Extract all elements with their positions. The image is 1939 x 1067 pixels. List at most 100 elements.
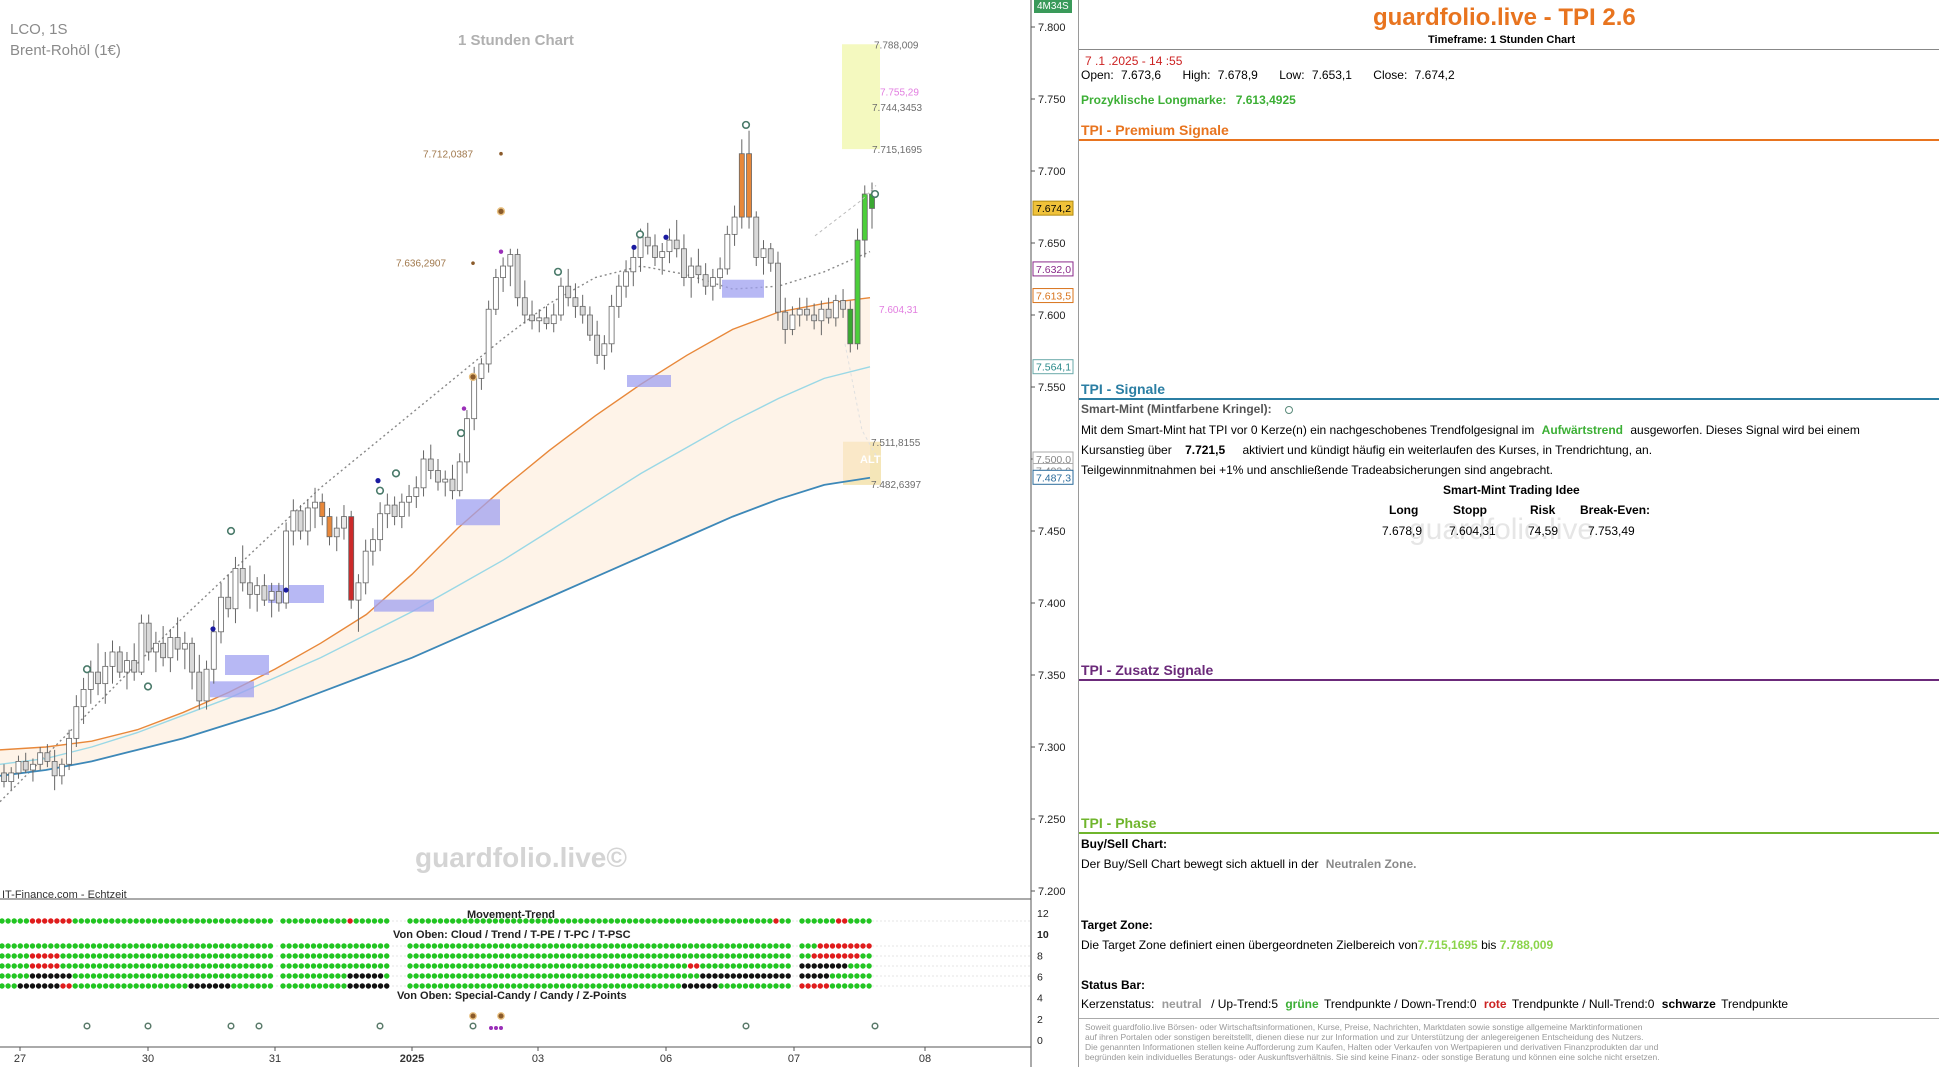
trend-dot xyxy=(675,943,682,949)
trend-dot xyxy=(341,973,347,979)
trend-dot xyxy=(805,983,811,989)
smart-mint-marker xyxy=(143,682,153,691)
trend-dot xyxy=(614,983,621,989)
trend-dot xyxy=(742,973,749,979)
trend-dot xyxy=(456,983,462,989)
candle-body xyxy=(811,314,818,322)
candle-body xyxy=(536,317,543,322)
candle-body xyxy=(427,458,434,471)
trend-dot xyxy=(194,983,200,989)
trend-dot xyxy=(206,918,213,924)
signal-trend-word: Aufwärtstrend xyxy=(1541,423,1624,437)
trend-dot xyxy=(200,918,206,924)
trend-dot xyxy=(384,983,390,989)
trend-dot xyxy=(267,963,274,969)
indicator-y-tick: 0 xyxy=(1037,1035,1043,1047)
trend-dot xyxy=(286,973,292,979)
trend-dot xyxy=(109,918,115,924)
trend-dot xyxy=(559,963,566,969)
candle-body xyxy=(124,660,130,673)
trend-dot xyxy=(255,918,261,924)
chart-watermark: guardfolio.live© xyxy=(415,842,627,873)
trend-dot xyxy=(767,973,773,979)
trend-dot xyxy=(121,918,127,924)
trend-dot xyxy=(23,973,30,979)
price-chart[interactable]: 7.8007.7507.7007.6507.6007.5507.5007.450… xyxy=(0,0,1077,1067)
trend-dot xyxy=(139,983,145,989)
trend-dot xyxy=(176,918,182,924)
trend-dot xyxy=(523,943,529,949)
trend-dot xyxy=(584,918,590,924)
candle-body xyxy=(109,651,116,667)
trend-dot xyxy=(608,973,614,979)
signale-title: TPI - Signale xyxy=(1081,381,1166,397)
trend-dot xyxy=(164,953,170,959)
idea-watermark: guardfolio.live xyxy=(1409,513,1595,546)
trend-dot xyxy=(842,973,848,979)
trend-dot xyxy=(529,963,535,969)
trend-dot xyxy=(170,973,176,979)
trend-dot xyxy=(329,983,335,989)
trend-dot xyxy=(651,918,657,924)
candle-body xyxy=(326,516,333,538)
indicator-y-tick: 2 xyxy=(1037,1014,1043,1026)
candle-body xyxy=(456,461,463,492)
trend-dot xyxy=(5,943,11,949)
trend-dot xyxy=(805,973,811,979)
z-point-marker xyxy=(255,1022,263,1030)
candle-body xyxy=(160,642,167,659)
trend-dot xyxy=(706,983,712,989)
trend-dot xyxy=(188,943,194,949)
trend-dot xyxy=(23,983,30,989)
trend-dot xyxy=(72,963,78,969)
open-label: Open: xyxy=(1081,68,1114,82)
z-point-marker xyxy=(144,1022,152,1030)
candle-body xyxy=(181,642,188,650)
trend-dot xyxy=(541,963,547,969)
trend-dot xyxy=(310,983,317,989)
candle-body xyxy=(673,239,680,250)
trend-dot xyxy=(817,953,823,959)
trend-dot xyxy=(767,983,773,989)
price-badge-label: 7.613,5 xyxy=(1036,291,1071,303)
trend-dot xyxy=(742,963,749,969)
trend-dot xyxy=(730,963,736,969)
trend-dot xyxy=(292,983,298,989)
trend-dot xyxy=(280,973,286,979)
trend-dot xyxy=(11,943,17,949)
trend-dot xyxy=(347,983,353,989)
trend-dot xyxy=(718,963,724,969)
candle-body xyxy=(37,752,44,765)
trend-dot xyxy=(72,973,78,979)
trend-dot xyxy=(779,943,785,949)
trend-dot xyxy=(578,943,584,949)
trend-dot xyxy=(164,963,170,969)
trend-dot xyxy=(645,983,651,989)
trend-dot xyxy=(182,918,188,924)
candle-body xyxy=(73,706,80,739)
trend-dot xyxy=(42,983,48,989)
candle-body xyxy=(558,285,564,316)
trend-dot xyxy=(651,983,657,989)
trend-dot xyxy=(663,973,669,979)
trend-dot xyxy=(164,943,170,949)
trend-dot xyxy=(474,943,480,949)
candle-body xyxy=(348,516,355,601)
trend-dot xyxy=(626,963,633,969)
trend-dot xyxy=(335,943,341,949)
candy-marker xyxy=(497,1012,505,1020)
trend-dot xyxy=(474,983,480,989)
trend-dot xyxy=(280,943,286,949)
trend-dot xyxy=(419,918,425,924)
trend-dot xyxy=(572,918,578,924)
candle-body xyxy=(659,251,666,258)
trend-dot xyxy=(341,918,347,924)
trend-dot xyxy=(694,973,700,979)
trend-dot xyxy=(620,918,627,924)
trend-dot xyxy=(353,953,359,959)
candle-body xyxy=(167,637,174,659)
trend-dot xyxy=(504,943,511,949)
trend-dot xyxy=(261,943,267,949)
trend-dot xyxy=(633,953,639,959)
trend-dot xyxy=(200,963,206,969)
